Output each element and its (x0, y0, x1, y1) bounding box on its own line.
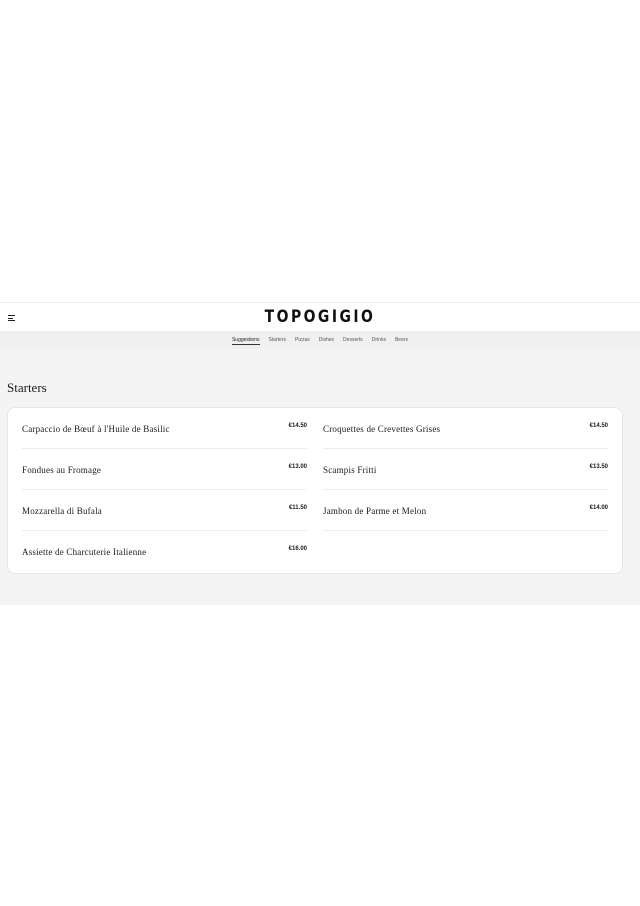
menu-item[interactable]: Assiette de Charcuterie Italienne €16.00 (22, 531, 307, 571)
header: TOPOGIGIO (0, 302, 640, 332)
menu-item-name: Jambon de Parme et Melon (323, 506, 427, 516)
tab-beers[interactable]: Beers (395, 335, 408, 345)
menu-item-price: €11.50 (288, 505, 307, 511)
logo[interactable]: TOPOGIGIO (58, 307, 583, 327)
hamburger-icon[interactable] (8, 315, 15, 321)
menu-item-name: Assiette de Charcuterie Italienne (22, 547, 147, 557)
category-nav: Suggestions Starters Pizzas Dishes Desse… (0, 331, 640, 349)
menu-item[interactable]: Scampis Fritti €13.50 (323, 449, 608, 490)
menu-item-price: €14.50 (288, 423, 307, 429)
menu-item-price: €16.00 (288, 546, 307, 552)
menu-section: Starters Carpaccio de Bœuf à l'Huile de … (0, 349, 640, 605)
menu-item-name: Carpaccio de Bœuf à l'Huile de Basilic (22, 424, 170, 434)
menu-item-name: Scampis Fritti (323, 465, 377, 475)
menu-item[interactable]: Carpaccio de Bœuf à l'Huile de Basilic €… (22, 408, 307, 449)
menu-item[interactable]: Jambon de Parme et Melon €14.00 (323, 490, 608, 531)
menu-card: Carpaccio de Bœuf à l'Huile de Basilic €… (7, 407, 623, 574)
menu-item-price: €14.50 (589, 423, 608, 429)
menu-item-price: €13.50 (589, 464, 608, 470)
tab-dishes[interactable]: Dishes (319, 335, 334, 345)
tab-starters[interactable]: Starters (269, 335, 287, 345)
menu-item[interactable]: Fondues au Fromage €13.00 (22, 449, 307, 490)
section-title: Starters (7, 380, 47, 395)
tab-pizzas[interactable]: Pizzas (295, 335, 310, 345)
menu-item[interactable]: Croquettes de Crevettes Grises €14.50 (323, 408, 608, 449)
menu-item[interactable]: Mozzarella di Bufala €11.50 (22, 490, 307, 531)
menu-item-name: Croquettes de Crevettes Grises (323, 424, 441, 434)
tab-desserts[interactable]: Desserts (343, 335, 363, 345)
tab-drinks[interactable]: Drinks (372, 335, 386, 345)
menu-item-name: Mozzarella di Bufala (22, 506, 102, 516)
menu-item-price: €14.00 (589, 505, 608, 511)
menu-item-price: €13.00 (288, 464, 307, 470)
tab-suggestions[interactable]: Suggestions (231, 335, 260, 345)
menu-item-name: Fondues au Fromage (22, 465, 102, 475)
